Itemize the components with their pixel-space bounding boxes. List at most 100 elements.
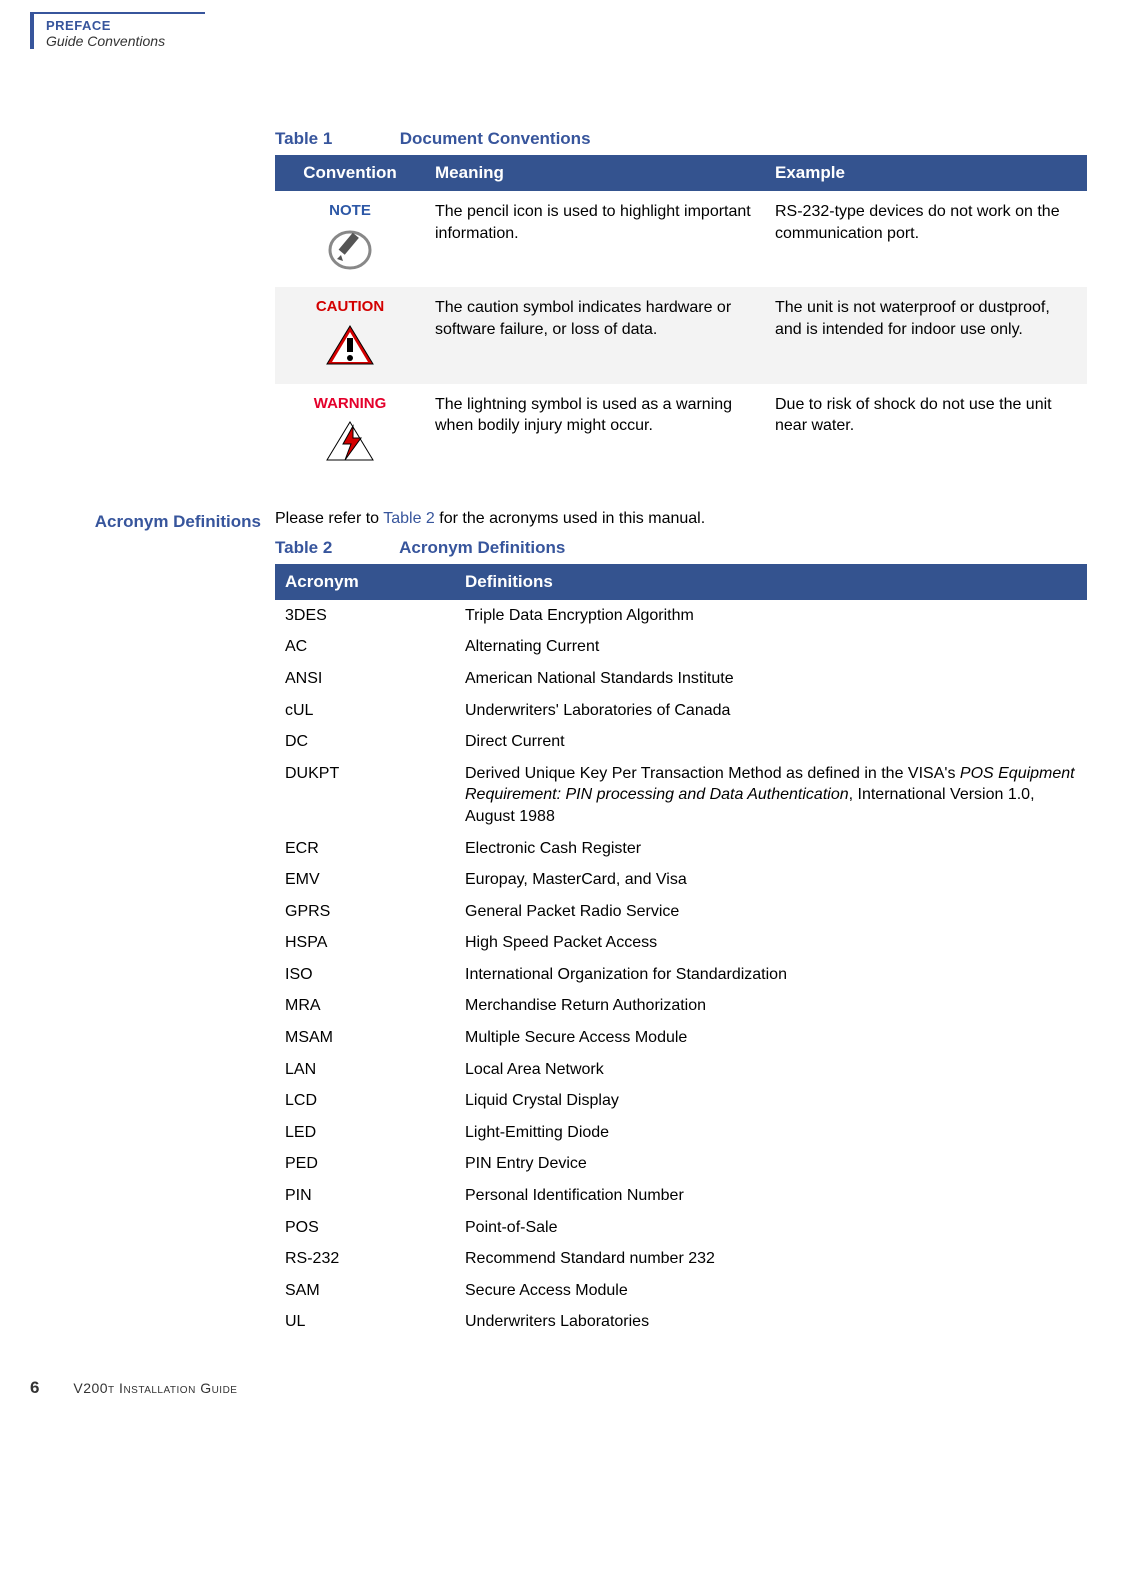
table1-title: Table 1 Document Conventions — [275, 129, 1087, 149]
definition-cell: PIN Entry Device — [455, 1148, 1087, 1180]
table-row: NOTE The pencil icon is used to highligh… — [275, 191, 1087, 287]
table-row: PINPersonal Identification Number — [275, 1180, 1087, 1212]
th-meaning: Meaning — [425, 155, 765, 191]
definition-cell: Alternating Current — [455, 631, 1087, 663]
note-label: NOTE — [285, 201, 415, 221]
table-row: SAMSecure Access Module — [275, 1275, 1087, 1307]
note-example: RS-232-type devices do not work on the c… — [765, 191, 1087, 287]
acronym-cell: MRA — [275, 990, 455, 1022]
definition-cell: International Organization for Standardi… — [455, 959, 1087, 991]
table-row: ECRElectronic Cash Register — [275, 833, 1087, 865]
lightning-icon — [323, 418, 377, 464]
definition-cell: High Speed Packet Access — [455, 927, 1087, 959]
intro-pre: Please refer to — [275, 510, 383, 527]
table-row: MSAMMultiple Secure Access Module — [275, 1022, 1087, 1054]
table-row: LANLocal Area Network — [275, 1054, 1087, 1086]
warning-meaning: The lightning symbol is used as a warnin… — [425, 384, 765, 480]
acronym-definitions-table: Acronym Definitions 3DESTriple Data Encr… — [275, 564, 1087, 1338]
table-row: HSPAHigh Speed Packet Access — [275, 927, 1087, 959]
warning-example: Due to risk of shock do not use the unit… — [765, 384, 1087, 480]
table-row: cULUnderwriters' Laboratories of Canada — [275, 695, 1087, 727]
definition-cell: Europay, MasterCard, and Visa — [455, 864, 1087, 896]
table1-name: Document Conventions — [400, 129, 591, 148]
acronym-cell: ECR — [275, 833, 455, 865]
th-acronym: Acronym — [275, 564, 455, 600]
acronym-cell: MSAM — [275, 1022, 455, 1054]
definition-cell: Local Area Network — [455, 1054, 1087, 1086]
table-row: EMVEuropay, MasterCard, and Visa — [275, 864, 1087, 896]
header-section: PREFACE — [46, 18, 205, 33]
definition-cell: Secure Access Module — [455, 1275, 1087, 1307]
table-row: ULUnderwriters Laboratories — [275, 1306, 1087, 1338]
acronym-cell: DUKPT — [275, 758, 455, 833]
caution-example: The unit is not waterproof or dustproof,… — [765, 287, 1087, 383]
table1-number: Table 1 — [275, 129, 395, 149]
definition-cell: Point-of-Sale — [455, 1212, 1087, 1244]
caution-meaning: The caution symbol indicates hardware or… — [425, 287, 765, 383]
acronym-cell: POS — [275, 1212, 455, 1244]
intro-post: for the acronyms used in this manual. — [435, 510, 705, 527]
document-conventions-table: Convention Meaning Example NOTE — [275, 155, 1087, 480]
table-row: GPRSGeneral Packet Radio Service — [275, 896, 1087, 928]
acronym-cell: ANSI — [275, 663, 455, 695]
acronym-cell: LED — [275, 1117, 455, 1149]
page-number: 6 — [30, 1378, 39, 1397]
acronym-cell: UL — [275, 1306, 455, 1338]
acronym-cell: AC — [275, 631, 455, 663]
acronym-cell: HSPA — [275, 927, 455, 959]
table2-title: Table 2 Acronym Definitions — [275, 538, 1087, 558]
definition-cell: Multiple Secure Access Module — [455, 1022, 1087, 1054]
table-row: POSPoint-of-Sale — [275, 1212, 1087, 1244]
table-row: RS-232Recommend Standard number 232 — [275, 1243, 1087, 1275]
definition-cell: General Packet Radio Service — [455, 896, 1087, 928]
definition-cell: Liquid Crystal Display — [455, 1085, 1087, 1117]
caution-label: CAUTION — [285, 297, 415, 317]
definition-cell: Recommend Standard number 232 — [455, 1243, 1087, 1275]
acronym-cell: 3DES — [275, 600, 455, 632]
table-row: CAUTION The caution symbol indicates har… — [275, 287, 1087, 383]
acronym-cell: DC — [275, 726, 455, 758]
note-meaning: The pencil icon is used to highlight imp… — [425, 191, 765, 287]
table2-number: Table 2 — [275, 538, 395, 558]
table-row: LEDLight-Emitting Diode — [275, 1117, 1087, 1149]
acronym-cell: LCD — [275, 1085, 455, 1117]
warning-label: WARNING — [285, 394, 415, 414]
table-row: DCDirect Current — [275, 726, 1087, 758]
definition-cell: Underwriters Laboratories — [455, 1306, 1087, 1338]
definition-cell: Triple Data Encryption Algorithm — [455, 600, 1087, 632]
acronym-cell: PED — [275, 1148, 455, 1180]
table-row: PEDPIN Entry Device — [275, 1148, 1087, 1180]
acronym-cell: LAN — [275, 1054, 455, 1086]
acronym-cell: EMV — [275, 864, 455, 896]
table-row: WARNING The lightning symbol is used as … — [275, 384, 1087, 480]
definition-cell: Electronic Cash Register — [455, 833, 1087, 865]
acronym-cell: PIN — [275, 1180, 455, 1212]
header-subsection: Guide Conventions — [46, 33, 205, 49]
definition-cell: Personal Identification Number — [455, 1180, 1087, 1212]
table-row: DUKPTDerived Unique Key Per Transaction … — [275, 758, 1087, 833]
table-row: ACAlternating Current — [275, 631, 1087, 663]
section-heading-acronyms: Acronym Definitions — [30, 510, 275, 1338]
table2-crossref: Table 2 — [383, 510, 435, 527]
acronym-cell: GPRS — [275, 896, 455, 928]
table-row: ANSIAmerican National Standards Institut… — [275, 663, 1087, 695]
acronym-cell: cUL — [275, 695, 455, 727]
acronym-cell: RS-232 — [275, 1243, 455, 1275]
page-footer: 6 V200t Installation Guide — [30, 1378, 1087, 1398]
table-row: ISOInternational Organization for Standa… — [275, 959, 1087, 991]
table-row: LCDLiquid Crystal Display — [275, 1085, 1087, 1117]
table2-name: Acronym Definitions — [399, 538, 565, 557]
acronym-cell: ISO — [275, 959, 455, 991]
definition-cell: American National Standards Institute — [455, 663, 1087, 695]
definition-cell: Merchandise Return Authorization — [455, 990, 1087, 1022]
acronym-intro: Please refer to Table 2 for the acronyms… — [275, 510, 1087, 528]
caution-icon — [323, 322, 377, 368]
page-header: PREFACE Guide Conventions — [30, 12, 205, 49]
footer-title: V200t Installation Guide — [73, 1380, 237, 1396]
definition-cell: Derived Unique Key Per Transaction Metho… — [455, 758, 1087, 833]
table-row: MRAMerchandise Return Authorization — [275, 990, 1087, 1022]
pencil-icon — [323, 225, 377, 271]
th-definitions: Definitions — [455, 564, 1087, 600]
table-row: 3DESTriple Data Encryption Algorithm — [275, 600, 1087, 632]
definition-cell: Underwriters' Laboratories of Canada — [455, 695, 1087, 727]
